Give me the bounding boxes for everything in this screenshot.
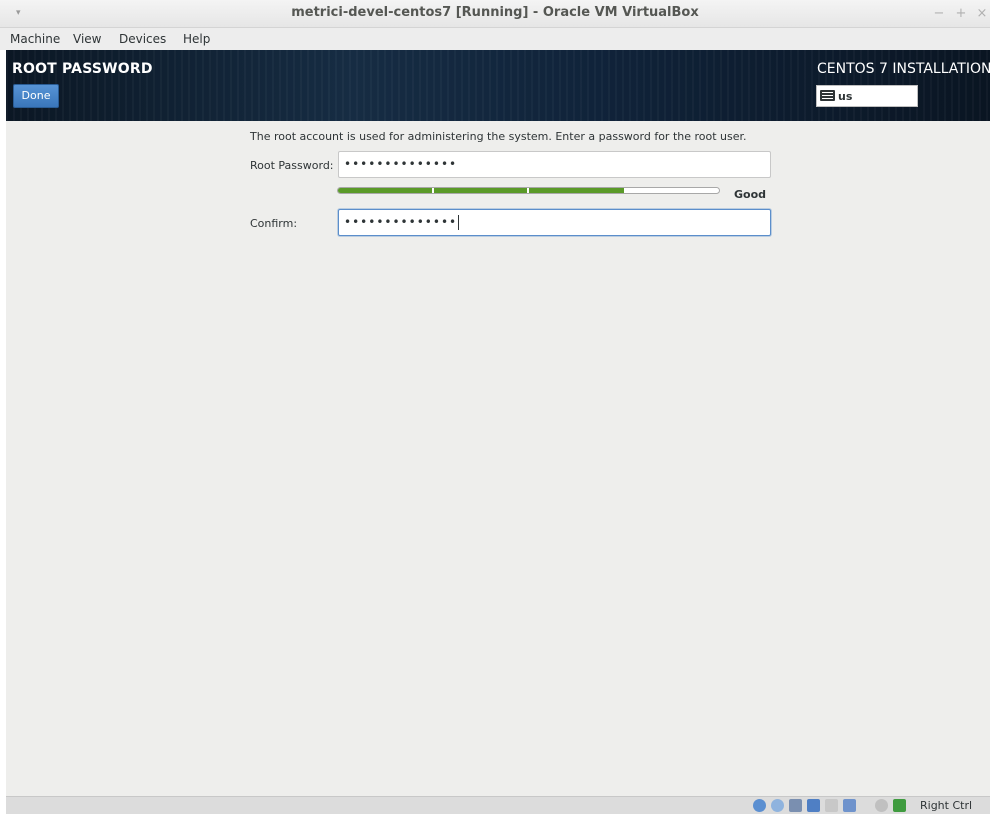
- intro-text: The root account is used for administeri…: [250, 130, 747, 143]
- host-key-label: Right Ctrl: [920, 799, 973, 812]
- minimize-icon[interactable]: −: [932, 6, 946, 21]
- root-password-value: ••••••••••••••: [344, 157, 458, 171]
- page-title: ROOT PASSWORD: [12, 61, 153, 77]
- mouse-integration-icon[interactable]: [875, 799, 888, 812]
- done-button[interactable]: Done: [13, 84, 59, 108]
- keyboard-layout-label: us: [838, 90, 853, 103]
- capture-icon[interactable]: [893, 799, 906, 812]
- meter-segment-divider: [432, 188, 434, 193]
- confirm-password-field[interactable]: ••••••••••••••: [338, 209, 771, 236]
- root-password-form: The root account is used for administeri…: [6, 121, 990, 796]
- root-password-label: Root Password:: [250, 159, 334, 172]
- password-strength-meter: [337, 187, 720, 194]
- password-strength-label: Good: [734, 188, 767, 201]
- usb-icon[interactable]: [789, 799, 802, 812]
- display-icon[interactable]: [843, 799, 856, 812]
- window-title: metrici-devel-centos7 [Running] - Oracle…: [291, 5, 699, 20]
- window-titlebar: ▾ metrici-devel-centos7 [Running] - Orac…: [0, 0, 990, 28]
- confirm-password-label: Confirm:: [250, 217, 298, 230]
- password-strength-fill: [338, 188, 624, 193]
- menu-bar: Machine View Devices Help: [0, 28, 990, 50]
- meter-segment-divider: [527, 188, 529, 193]
- guest-display: ROOT PASSWORD Done CENTOS 7 INSTALLATION…: [6, 50, 990, 796]
- hard-disk-icon[interactable]: [753, 799, 766, 812]
- optical-disk-icon[interactable]: [771, 799, 784, 812]
- network-icon[interactable]: [807, 799, 820, 812]
- keyboard-icon: [820, 90, 835, 101]
- installer-header: ROOT PASSWORD Done CENTOS 7 INSTALLATION…: [6, 50, 990, 121]
- shared-folders-icon[interactable]: [825, 799, 838, 812]
- product-title: CENTOS 7 INSTALLATION: [817, 61, 990, 77]
- root-password-field[interactable]: ••••••••••••••: [338, 151, 771, 178]
- menu-view[interactable]: View: [73, 32, 101, 46]
- menu-help[interactable]: Help: [183, 32, 210, 46]
- keyboard-layout-indicator[interactable]: us: [816, 85, 918, 107]
- menu-machine[interactable]: Machine: [10, 32, 60, 46]
- maximize-icon[interactable]: +: [954, 6, 968, 21]
- status-bar: Right Ctrl: [6, 796, 990, 814]
- confirm-password-value: ••••••••••••••: [344, 215, 458, 229]
- close-icon[interactable]: ×: [975, 6, 989, 21]
- text-caret: [458, 215, 460, 230]
- menu-devices[interactable]: Devices: [119, 32, 166, 46]
